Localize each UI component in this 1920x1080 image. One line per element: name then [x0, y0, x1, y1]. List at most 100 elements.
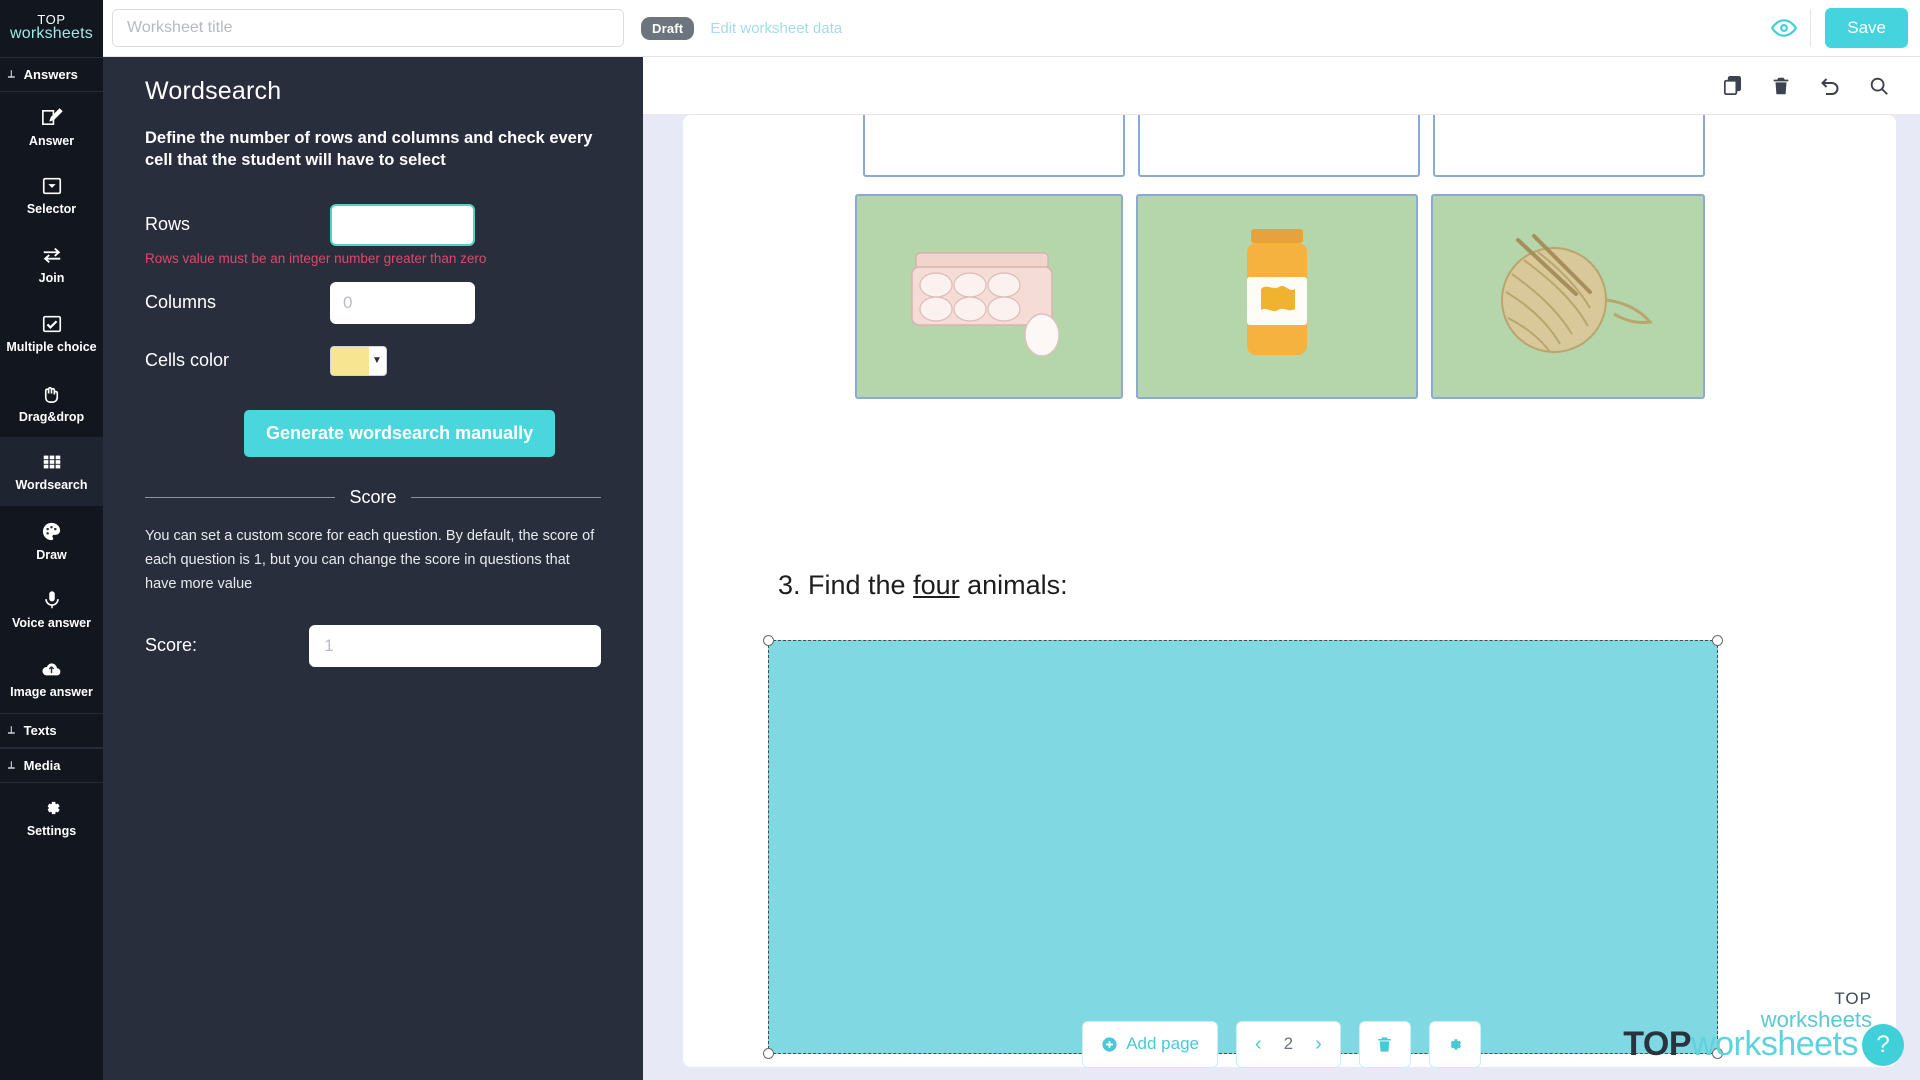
sidebar-item-label: Image answer — [10, 685, 93, 699]
status-badge: Draft — [641, 16, 695, 40]
score-separator-label: Score — [349, 486, 397, 507]
sidebar-item-label: Wordsearch — [15, 478, 88, 492]
sidebar-item-label: Draw — [36, 547, 67, 562]
canvas-area: 3. Find the four animals: TOP worksheets… — [643, 57, 1920, 1080]
worksheet-title-input[interactable] — [112, 9, 624, 47]
sidebar-section-label: Texts — [23, 723, 57, 738]
sidebar-section-answers[interactable]: ⟂ Answers — [0, 57, 103, 92]
blank-cell-2[interactable] — [1138, 115, 1420, 177]
sidebar-item-join[interactable]: Join — [0, 230, 103, 299]
sidebar-item-label: Voice answer — [12, 616, 91, 630]
columns-input[interactable] — [330, 281, 475, 324]
sidebar-item-draw[interactable]: Draw — [0, 506, 103, 575]
sidebar-section-media[interactable]: ⟂ Media — [0, 748, 103, 783]
footer-logo: TOPworksheets — [1623, 1025, 1858, 1064]
blank-cell-1[interactable] — [863, 115, 1125, 177]
trash-icon[interactable] — [1770, 75, 1792, 97]
sidebar-item-voice-answer[interactable]: Voice answer — [0, 575, 103, 644]
chevron-icon: ⟂ — [8, 760, 15, 771]
sidebar-item-wordsearch[interactable]: Wordsearch — [0, 437, 103, 506]
resize-handle-top-right[interactable] — [1712, 635, 1723, 646]
header-actions: Save — [1758, 0, 1920, 57]
blank-cell-3[interactable] — [1433, 115, 1705, 177]
logo-line-1: TOP — [37, 11, 66, 27]
selected-element[interactable] — [763, 635, 1723, 1059]
cells-color-picker[interactable]: ▼ — [330, 345, 387, 376]
chevron-icon: ⟂ — [8, 69, 15, 80]
score-description: You can set a custom score for each ques… — [145, 527, 595, 593]
edit-worksheet-data-link[interactable]: Edit worksheet data — [710, 20, 842, 37]
properties-panel: Wordsearch Define the number of rows and… — [103, 57, 643, 1080]
rows-error-message: Rows value must be an integer number gre… — [145, 250, 487, 266]
prev-page-button[interactable]: ‹ — [1255, 1033, 1262, 1056]
chevron-icon: ⟂ — [8, 725, 15, 736]
generate-wordsearch-button[interactable]: Generate wordsearch manually — [244, 409, 556, 457]
sidebar-item-image-answer[interactable]: Image answer — [0, 644, 103, 713]
sidebar: ⟂ Answers Answer Selector Join Multiple … — [0, 57, 103, 1080]
save-button[interactable]: Save — [1825, 8, 1908, 48]
question-underlined-word: four — [913, 570, 960, 600]
egg-carton-image[interactable] — [855, 194, 1123, 399]
add-page-button[interactable]: Add page — [1082, 1020, 1218, 1068]
app-logo[interactable]: TOP worksheets — [0, 0, 103, 57]
sidebar-section-label: Media — [23, 758, 61, 773]
score-separator: Score — [145, 487, 601, 508]
rows-label: Rows — [145, 214, 191, 235]
panel-title: Wordsearch — [145, 77, 282, 105]
question-prefix: 3. Find the — [778, 570, 914, 600]
cells-color-label: Cells color — [145, 350, 230, 371]
add-page-label: Add page — [1126, 1034, 1199, 1053]
honey-jar-image[interactable] — [1136, 194, 1418, 399]
columns-field-row: Columns — [145, 281, 601, 324]
score-label: Score: — [145, 635, 198, 656]
current-page-number: 2 — [1283, 1034, 1294, 1053]
sidebar-item-label: Join — [38, 271, 65, 285]
gear-icon — [1450, 1038, 1462, 1050]
sidebar-section-label: Answers — [23, 67, 78, 82]
score-field-row: Score: — [145, 624, 601, 667]
image-row-bottom — [855, 194, 1705, 399]
sidebar-item-settings[interactable]: Settings — [0, 783, 103, 852]
columns-label: Columns — [145, 292, 217, 313]
separator-line-left — [145, 496, 336, 498]
rows-input[interactable] — [330, 203, 475, 246]
footer-logo-part-1: TOP — [1623, 1025, 1692, 1063]
separator-line-right — [410, 496, 601, 498]
sidebar-item-label: Selector — [26, 202, 77, 216]
page-navigator: ‹ 2 › — [1235, 1020, 1341, 1068]
search-icon[interactable] — [1868, 75, 1890, 97]
copy-icon[interactable] — [1721, 74, 1744, 97]
sidebar-item-multiple-choice[interactable]: Multiple choice — [0, 299, 103, 368]
worksheet-page[interactable]: 3. Find the four animals: TOP worksheets — [683, 115, 1896, 1067]
app-header: TOP worksheets Draft Edit worksheet data… — [0, 0, 1920, 57]
page-settings-button[interactable] — [1428, 1020, 1481, 1068]
sidebar-item-label: Answer — [28, 133, 75, 148]
question-text[interactable]: 3. Find the four animals: — [778, 570, 1068, 601]
resize-handle-top-left[interactable] — [763, 635, 774, 646]
sidebar-item-selector[interactable]: Selector — [0, 161, 103, 230]
preview-icon[interactable] — [1758, 0, 1810, 57]
plus-circle-icon — [1102, 1036, 1117, 1052]
footer-logo-part-2: worksheets — [1691, 1025, 1858, 1063]
cells-color-swatch — [331, 346, 369, 375]
page-logo-line-1: TOP — [1834, 989, 1872, 1009]
trash-icon — [1378, 1036, 1392, 1052]
question-suffix: animals: — [959, 570, 1068, 600]
sidebar-item-label: Drag&drop — [18, 409, 85, 424]
sidebar-item-dragdrop[interactable]: Drag&drop — [0, 368, 103, 437]
chevron-down-icon: ▼ — [372, 355, 382, 367]
help-button[interactable]: ? — [1862, 1024, 1904, 1066]
yarn-ball-image[interactable] — [1431, 194, 1705, 399]
sidebar-item-label: Settings — [26, 824, 77, 838]
panel-description: Define the number of rows and columns an… — [145, 129, 593, 170]
sidebar-section-texts[interactable]: ⟂ Texts — [0, 713, 103, 748]
rows-field-row: Rows — [145, 203, 601, 246]
undo-icon[interactable] — [1818, 74, 1842, 98]
logo-line-2: worksheets — [10, 25, 93, 43]
sidebar-item-label: Multiple choice — [6, 340, 97, 354]
delete-page-button[interactable] — [1358, 1020, 1411, 1068]
image-row-top — [863, 115, 1705, 177]
next-page-button[interactable]: › — [1315, 1033, 1322, 1056]
sidebar-item-answer[interactable]: Answer — [0, 92, 103, 161]
score-input[interactable] — [309, 624, 601, 667]
